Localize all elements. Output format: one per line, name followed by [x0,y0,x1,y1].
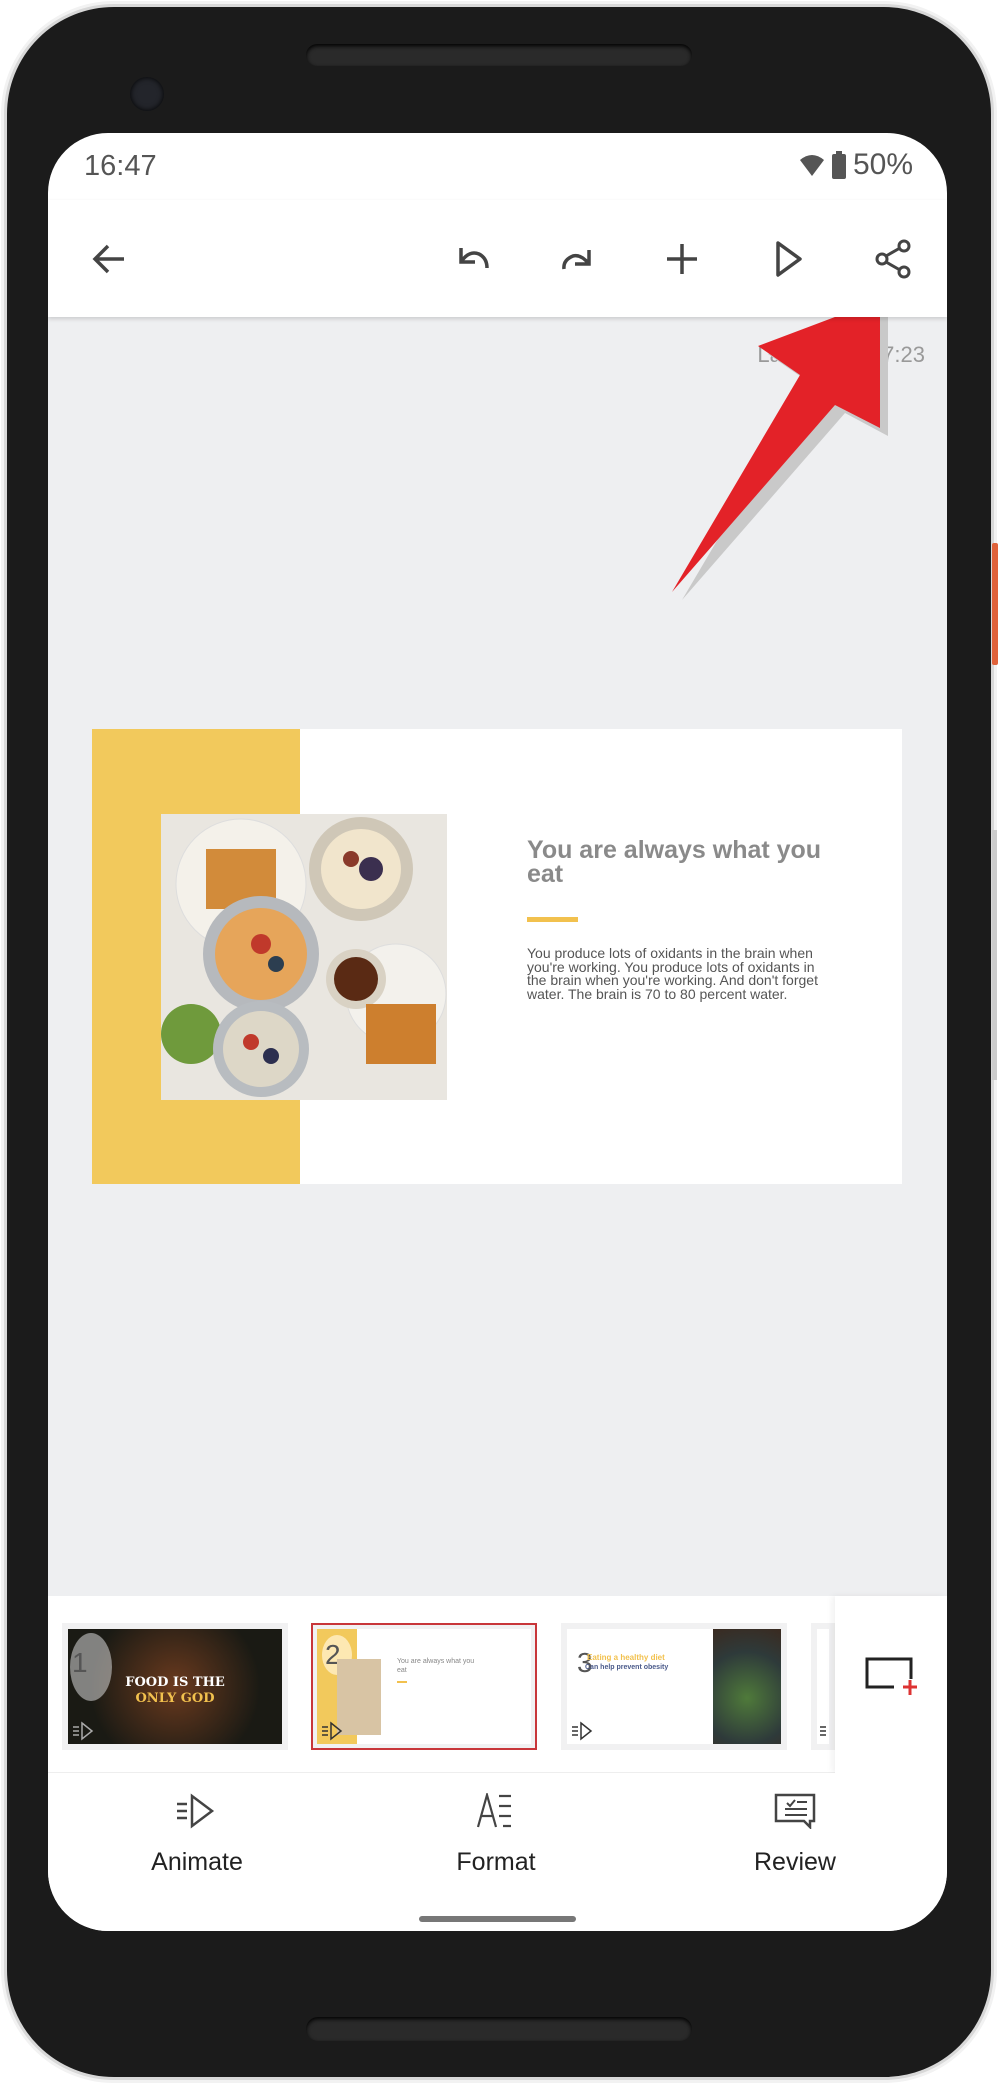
home-indicator[interactable] [419,1916,576,1922]
add-slide-button[interactable] [835,1596,947,1773]
slide-thumbnail-2-selected[interactable]: 2 You are always what you eat [311,1623,537,1750]
slide-thumbnail-4[interactable] [811,1623,835,1750]
current-slide[interactable]: You are always what you eat You produce … [92,729,902,1184]
thumb-title: You are always what you eat [397,1658,475,1674]
review-icon [774,1793,816,1829]
animate-icon [177,1793,215,1829]
format-icon [476,1793,511,1828]
slide-thumbnail-3[interactable]: 3 Eating a healthy diet Can help prevent… [561,1623,787,1750]
thumb-title: FOOD IS THE [125,1675,225,1690]
back-arrow-icon[interactable] [86,236,132,282]
food-photo[interactable] [161,814,447,1100]
animation-icon [322,1721,343,1741]
play-icon[interactable] [766,236,812,282]
thumb-subtitle: Can help prevent obesity [585,1664,669,1671]
thumb-subtitle: ONLY GOD [135,1691,215,1706]
animation-icon [572,1721,593,1741]
share-icon[interactable] [871,236,917,282]
status-icons: 50% [799,147,913,183]
animate-button[interactable]: Animate [97,1793,297,1893]
review-button[interactable]: Review [695,1793,895,1893]
animation-icon [820,1726,826,1736]
animation-icon [73,1721,94,1741]
add-slide-icon [865,1657,917,1695]
redo-icon[interactable] [555,236,601,282]
volume-button [992,830,997,1080]
bottom-nav: Animate Format Review [48,1773,947,1931]
earpiece-speaker [306,44,692,66]
bottom-speaker [306,2017,692,2041]
slide-thumbnail-1[interactable]: 1 FOOD IS THE ONLY GOD [62,1623,288,1750]
slide-title[interactable]: You are always what you eat [527,838,827,890]
last-saved-text: Last saved 17:23 [757,342,925,367]
toolbar [48,200,947,317]
device: 16:47 50% Last saved 17:23 You are alway… [0,0,1000,2084]
clock: 16:47 [84,150,157,182]
food-photo-image [161,814,447,1100]
front-camera [130,77,164,111]
format-label: Format [456,1848,536,1876]
status-bar: 16:47 50% [48,133,947,200]
battery-icon [831,151,846,179]
slide-title-underline [527,917,578,922]
power-button [992,543,998,665]
slide-thumbnail-strip[interactable]: 1 FOOD IS THE ONLY GOD 2 You are always … [48,1596,947,1773]
add-icon[interactable] [659,236,705,282]
format-button[interactable]: Format [396,1793,596,1893]
battery-percent: 50% [852,148,913,181]
screen: 16:47 50% Last saved 17:23 You are alway… [48,133,947,1931]
thumb-title: Eating a healthy diet [587,1653,665,1662]
slide-canvas: Last saved 17:23 You are always what you… [48,317,947,1596]
undo-icon[interactable] [449,236,495,282]
review-label: Review [754,1848,836,1876]
slide-body-text[interactable]: You produce lots of oxidants in the brai… [527,946,827,1037]
wifi-icon [799,155,824,176]
animate-label: Animate [151,1848,243,1876]
